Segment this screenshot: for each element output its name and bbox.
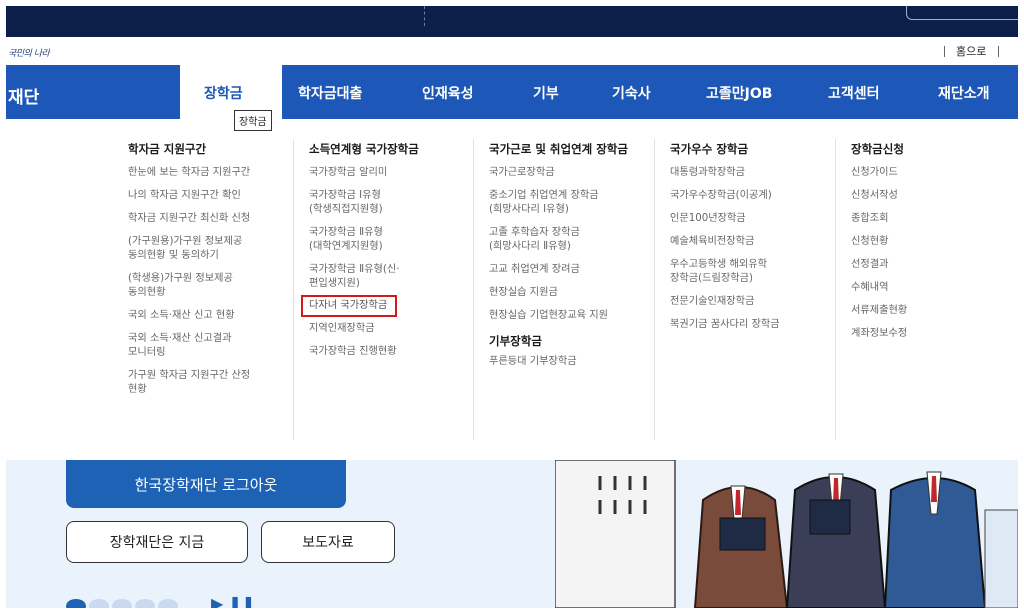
nav-item-scholarship[interactable]: 장학금 — [204, 83, 243, 103]
menu-column-title: 학자금 지원구간 — [128, 142, 207, 156]
menu-item[interactable]: 가구원 학자금 지원구간 산정 현황 — [128, 369, 288, 397]
menu-item[interactable]: 국가장학금 진행현황 — [309, 345, 469, 359]
menu-item[interactable]: 국가우수장학금(이공계) — [670, 189, 830, 203]
menu-item[interactable]: 복권기금 꿈사다리 장학금 — [670, 318, 830, 332]
nav-item-highschool-job[interactable]: 고졸만JOB — [706, 83, 772, 103]
nav-item-customer-center[interactable]: 고객센터 — [828, 83, 880, 103]
menu-item[interactable]: 국가장학금 Ⅰ유형 (학생직접지원형) — [309, 189, 469, 217]
column-divider — [654, 139, 655, 440]
student-3-tie — [931, 476, 937, 502]
utility-bar: 국민의 나라 홈으로 — [6, 37, 1018, 66]
students-illustration — [555, 460, 1018, 608]
menu-item[interactable]: 국외 소득·재산 신고 현황 — [128, 309, 288, 323]
menu-item[interactable]: 신청서작성 — [851, 189, 1001, 203]
menu-list: 대통령과학장학금 국가우수장학금(이공계) 인문100년장학금 예술체육비전장학… — [670, 166, 830, 332]
menu-column-income-bracket: 학자금 지원구간 한눈에 보는 학자금 지원구간 나의 학자금 지원구간 확인 … — [128, 141, 288, 462]
menu-item[interactable]: 대통령과학장학금 — [670, 166, 830, 180]
menu-list: 신청가이드 신청서작성 종합조회 신청현황 선정결과 수혜내역 서류제출현황 계… — [851, 166, 1001, 341]
carousel-indicators — [66, 598, 181, 608]
menu-item[interactable]: 중소기업 취업연계 장학금 (희망사다리 Ⅰ유형) — [489, 189, 649, 217]
menu-column-title: 국가근로 및 취업연계 장학금 — [489, 142, 628, 156]
utility-separator — [944, 46, 945, 57]
menu-item[interactable]: 국가장학금 Ⅱ유형(신· 편입생지원) — [309, 263, 469, 291]
menu-item[interactable]: 전문기술인재장학금 — [670, 295, 830, 309]
menu-item-multi-child-highlighted[interactable]: 다자녀 국가장학금 — [301, 295, 398, 317]
menu-list: 한눈에 보는 학자금 지원구간 나의 학자금 지원구간 확인 학자금 지원구간 … — [128, 166, 288, 397]
column-divider — [293, 139, 294, 440]
student-2-folder — [809, 499, 851, 535]
nav-item-donation[interactable]: 기부 — [533, 83, 559, 103]
foundation-now-button[interactable]: 장학재단은 지금 — [66, 521, 248, 563]
menu-item[interactable]: 인문100년장학금 — [670, 212, 830, 226]
menu-item[interactable]: 한눈에 보는 학자금 지원구간 — [128, 166, 288, 180]
student-1-tie — [735, 490, 741, 515]
menu-column-title: 장학금신청 — [851, 142, 904, 156]
menu-column-title: 소득연계형 국가장학금 — [309, 142, 419, 156]
menu-item[interactable]: (학생용)가구원 정보제공 동의현황 — [128, 272, 288, 300]
nav-item-dormitory[interactable]: 기숙사 — [612, 83, 651, 103]
menu-column-work-employment: 국가근로 및 취업연계 장학금 국가근로장학금 중소기업 취업연계 장학금 (희망… — [473, 139, 649, 462]
menu-item[interactable]: 수혜내역 — [851, 281, 1001, 295]
menu-item[interactable]: 선정결과 — [851, 258, 1001, 272]
nav-tooltip: 장학금 — [234, 110, 272, 131]
main-navigation: 재단 장학금 학자금대출 인재육성 기부 기숙사 고졸만JOB 고객센터 재단소… — [6, 65, 1018, 119]
menu-item[interactable]: 국가근로장학금 — [489, 166, 649, 180]
nav-item-talent-development[interactable]: 인재육성 — [422, 83, 474, 103]
carousel-dot[interactable] — [66, 599, 86, 608]
menu-item[interactable]: 신청현황 — [851, 235, 1001, 249]
home-link[interactable]: 홈으로 — [956, 43, 986, 59]
menu-list: 국가장학금 알리미 국가장학금 Ⅰ유형 (학생직접지원형) 국가장학금 Ⅱ유형 (대… — [301, 166, 469, 359]
menu-item[interactable]: 고교 취업연계 장려금 — [489, 263, 649, 277]
menu-item[interactable]: 계좌정보수정 — [851, 327, 1001, 341]
carousel-dot[interactable] — [135, 599, 155, 608]
menu-item[interactable]: 푸른등대 기부장학금 — [489, 355, 649, 369]
press-release-button[interactable]: 보도자료 — [261, 521, 395, 563]
logout-button[interactable]: 한국장학재단 로그아웃 — [66, 460, 346, 508]
column-divider — [473, 139, 474, 440]
menu-item[interactable]: 지역인재장학금 — [309, 322, 469, 336]
carousel-dot[interactable] — [112, 599, 132, 608]
site-brand[interactable]: 재단 — [8, 83, 39, 108]
menu-item[interactable]: 국가장학금 Ⅱ유형 (대학연계지원형) — [309, 226, 469, 254]
menu-item[interactable]: 종합조회 — [851, 212, 1001, 226]
menu-item[interactable]: 우수고등학생 해외유학 장학금(드림장학금) — [670, 258, 830, 286]
top-strip-divider — [424, 6, 426, 26]
menu-column-national-scholarship: 소득연계형 국가장학금 국가장학금 알리미 국가장학금 Ⅰ유형 (학생직접지원형)… — [293, 139, 469, 462]
carousel-dot[interactable] — [89, 599, 109, 608]
right-building — [984, 509, 1018, 608]
menu-item[interactable]: 현장실습 기업현장교육 지원 — [489, 309, 649, 323]
menu-item[interactable]: 현장실습 지원금 — [489, 286, 649, 300]
menu-item[interactable]: 국외 소득·재산 신고결과 모니터링 — [128, 332, 288, 360]
top-search-box[interactable] — [906, 6, 1018, 20]
menu-column-excellence-scholarship: 국가우수 장학금 대통령과학장학금 국가우수장학금(이공계) 인문100년장학금… — [654, 139, 830, 462]
menu-column-subtitle: 기부장학금 — [489, 334, 542, 348]
menu-column-title: 국가우수 장학금 — [670, 142, 749, 156]
top-strip — [6, 6, 1018, 37]
menu-list: 푸른등대 기부장학금 — [489, 355, 649, 369]
nav-item-about[interactable]: 재단소개 — [938, 83, 990, 103]
government-logo: 국민의 나라 — [8, 49, 50, 59]
main-banner-area: 한국장학재단 로그아웃 장학재단은 지금 보도자료 ▶ ❚❚ — [6, 460, 1018, 608]
menu-item[interactable]: 국가장학금 알리미 — [309, 166, 469, 180]
menu-list: 국가근로장학금 중소기업 취업연계 장학금 (희망사다리 Ⅰ유형) 고졸 후학습자… — [489, 166, 649, 323]
browser-frame: 국민의 나라 홈으로 재단 장학금 학자금대출 인재육성 기부 기숙사 고졸만J… — [6, 6, 1018, 608]
utility-separator — [998, 46, 999, 57]
column-divider — [835, 139, 836, 440]
mega-menu: 학자금 지원구간 한눈에 보는 학자금 지원구간 나의 학자금 지원구간 확인 … — [6, 119, 1018, 461]
carousel-play-pause-icon[interactable]: ▶ ❚❚ — [211, 594, 255, 608]
menu-item[interactable]: 서류제출현황 — [851, 304, 1001, 318]
menu-item[interactable]: 예술체육비전장학금 — [670, 235, 830, 249]
nav-item-student-loan[interactable]: 학자금대출 — [298, 83, 362, 103]
carousel-dot[interactable] — [158, 599, 178, 608]
menu-column-application: 장학금신청 신청가이드 신청서작성 종합조회 신청현황 선정결과 수혜내역 서류… — [835, 139, 1001, 462]
menu-item[interactable]: 나의 학자금 지원구간 확인 — [128, 189, 288, 203]
menu-item[interactable]: 신청가이드 — [851, 166, 1001, 180]
menu-item[interactable]: 고졸 후학습자 장학금 (희망사다리 Ⅱ유형) — [489, 226, 649, 254]
student-1-folder — [719, 517, 766, 551]
menu-item[interactable]: (가구원용)가구원 정보제공 동의현황 및 동의하기 — [128, 235, 288, 263]
menu-item[interactable]: 학자금 지원구간 최신화 신청 — [128, 212, 288, 226]
